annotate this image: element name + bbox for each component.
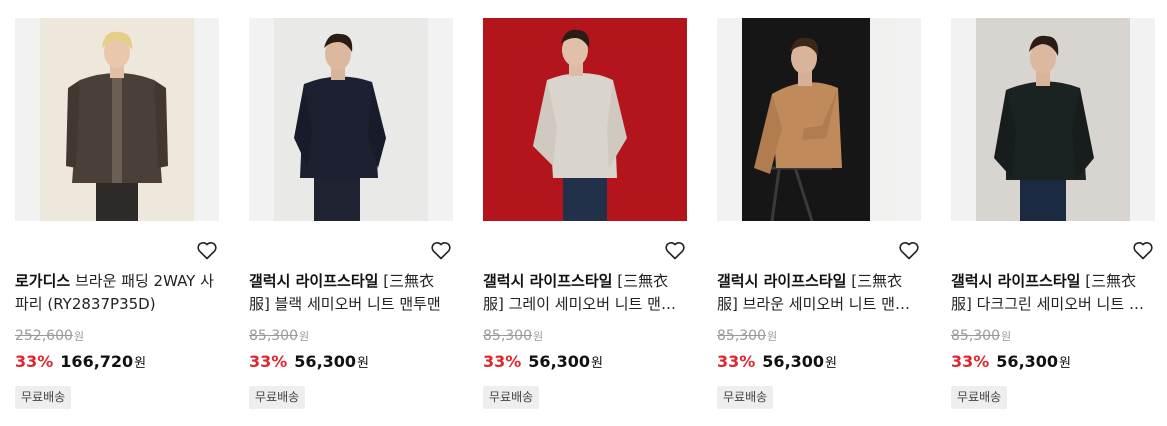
discount-rate: 33% xyxy=(717,352,756,371)
discount-rate: 33% xyxy=(249,352,288,371)
original-price-unit: 원 xyxy=(73,330,85,343)
sale-price: 56,300 xyxy=(996,352,1059,371)
product-title[interactable]: 로가디스 브라운 패딩 2WAY 사파리 (RY2837P35D) xyxy=(15,270,219,316)
model-photo xyxy=(742,18,896,221)
sale-price-unit: 원 xyxy=(357,356,370,371)
free-shipping-badge: 무료배송 xyxy=(483,386,540,409)
original-price-unit: 원 xyxy=(1001,330,1012,343)
model-photo xyxy=(40,18,194,221)
sale-price: 166,720 xyxy=(60,352,134,371)
product-image[interactable] xyxy=(15,18,219,221)
heart-icon[interactable] xyxy=(429,238,453,262)
product-card[interactable]: 갤럭시 라이프스타일 [三無衣服] 다크그린 세미오버 니트 맨투맨 85,30… xyxy=(951,18,1155,418)
discount-rate: 33% xyxy=(951,352,990,371)
free-shipping-badge: 무료배송 xyxy=(717,386,774,409)
heart-icon[interactable] xyxy=(663,238,687,262)
heart-icon[interactable] xyxy=(195,238,219,262)
original-price-unit: 원 xyxy=(533,330,544,343)
model-photo xyxy=(976,18,1130,221)
original-price-value: 85,300 xyxy=(483,328,532,344)
heart-icon[interactable] xyxy=(897,238,921,262)
product-title[interactable]: 갤럭시 라이프스타일 [三無衣服] 브라운 세미오버 니트 맨투맨 xyxy=(717,270,921,316)
sale-price-row: 33% 56,300원 xyxy=(483,352,603,371)
product-brand: 로가디스 xyxy=(15,272,71,290)
product-card[interactable]: 갤럭시 라이프스타일 [三無衣服] 그레이 세미오버 니트 맨투맨 85,300… xyxy=(483,18,687,418)
free-shipping-badge: 무료배송 xyxy=(15,386,72,409)
sale-price-unit: 원 xyxy=(134,356,147,371)
product-card[interactable]: 갤럭시 라이프스타일 [三無衣服] 블랙 세미오버 니트 맨투맨 85,300원… xyxy=(249,18,453,418)
product-image[interactable] xyxy=(951,18,1155,221)
product-title[interactable]: 갤럭시 라이프스타일 [三無衣服] 그레이 세미오버 니트 맨투맨 xyxy=(483,270,687,316)
original-price: 85,300원 xyxy=(249,328,309,344)
free-shipping-badge: 무료배송 xyxy=(249,386,306,409)
original-price-unit: 원 xyxy=(299,330,310,343)
original-price: 85,300원 xyxy=(483,328,543,344)
original-price-value: 85,300 xyxy=(951,328,1000,344)
sale-price-unit: 원 xyxy=(591,356,604,371)
product-title[interactable]: 갤럭시 라이프스타일 [三無衣服] 블랙 세미오버 니트 맨투맨 xyxy=(249,270,453,316)
original-price: 85,300원 xyxy=(951,328,1011,344)
sale-price: 56,300 xyxy=(294,352,357,371)
sale-price-row: 33% 56,300원 xyxy=(249,352,369,371)
original-price-unit: 원 xyxy=(767,330,778,343)
discount-rate: 33% xyxy=(15,352,54,371)
product-image[interactable] xyxy=(717,18,921,221)
product-image[interactable] xyxy=(249,18,453,221)
product-image[interactable] xyxy=(483,18,687,221)
original-price-value: 85,300 xyxy=(717,328,766,344)
model-photo xyxy=(483,18,687,221)
discount-rate: 33% xyxy=(483,352,522,371)
product-card[interactable]: 갤럭시 라이프스타일 [三無衣服] 브라운 세미오버 니트 맨투맨 85,300… xyxy=(717,18,921,418)
model-photo xyxy=(274,18,428,221)
product-brand: 갤럭시 라이프스타일 xyxy=(717,272,847,290)
original-price: 252,600원 xyxy=(15,328,84,344)
sale-price-row: 33% 56,300원 xyxy=(951,352,1071,371)
free-shipping-badge: 무료배송 xyxy=(951,386,1008,409)
product-grid: 로가디스 브라운 패딩 2WAY 사파리 (RY2837P35D) 252,60… xyxy=(0,0,1167,426)
sale-price-unit: 원 xyxy=(825,356,838,371)
sale-price-unit: 원 xyxy=(1059,356,1072,371)
product-title[interactable]: 갤럭시 라이프스타일 [三無衣服] 다크그린 세미오버 니트 맨투맨 xyxy=(951,270,1155,316)
product-brand: 갤럭시 라이프스타일 xyxy=(951,272,1081,290)
sale-price: 56,300 xyxy=(762,352,825,371)
sale-price-row: 33% 166,720원 xyxy=(15,352,146,371)
sale-price-row: 33% 56,300원 xyxy=(717,352,837,371)
original-price-value: 85,300 xyxy=(249,328,298,344)
heart-icon[interactable] xyxy=(1131,238,1155,262)
product-brand: 갤럭시 라이프스타일 xyxy=(249,272,379,290)
original-price: 85,300원 xyxy=(717,328,777,344)
sale-price: 56,300 xyxy=(528,352,591,371)
original-price-value: 252,600 xyxy=(15,328,73,344)
product-card[interactable]: 로가디스 브라운 패딩 2WAY 사파리 (RY2837P35D) 252,60… xyxy=(15,18,219,418)
product-brand: 갤럭시 라이프스타일 xyxy=(483,272,613,290)
